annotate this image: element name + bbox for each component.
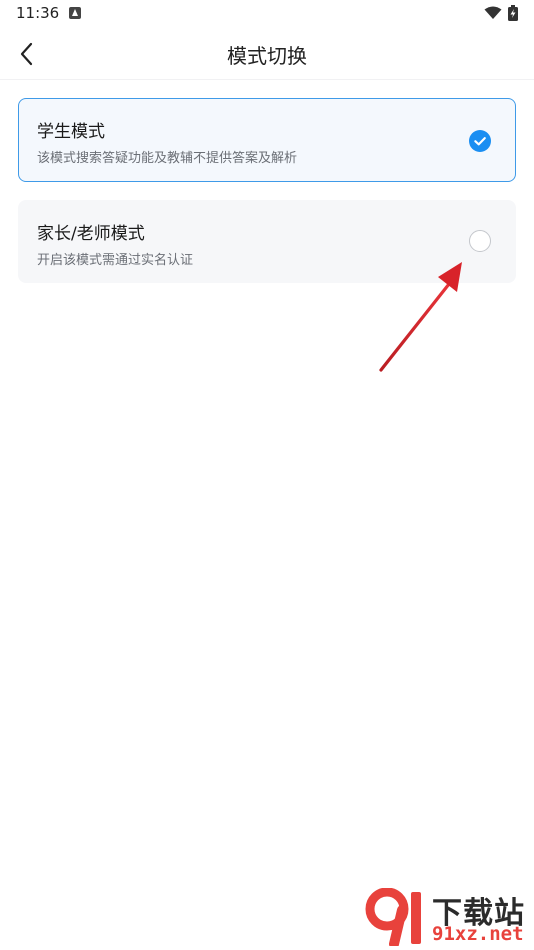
battery-charging-icon bbox=[508, 5, 518, 21]
annotation-arrow-icon bbox=[379, 262, 462, 372]
watermark-domain: 91xz.net bbox=[432, 923, 524, 945]
page-title: 模式切换 bbox=[227, 44, 307, 68]
status-bar: 11:36 bbox=[0, 0, 534, 28]
app-header: 模式切换 bbox=[0, 28, 534, 80]
status-time: 11:36 bbox=[16, 4, 60, 22]
radio-unselected-icon[interactable] bbox=[469, 230, 491, 252]
mode-description: 该模式搜索答疑功能及教辅不提供答案及解析 bbox=[37, 151, 298, 166]
mode-title: 学生模式 bbox=[37, 122, 105, 142]
checkmark-selected-icon[interactable] bbox=[469, 130, 491, 152]
mode-option-student[interactable]: 学生模式 该模式搜索答疑功能及教辅不提供答案及解析 bbox=[18, 98, 516, 182]
app-notification-icon bbox=[69, 7, 81, 19]
mode-description: 开启该模式需通过实名认证 bbox=[37, 253, 194, 268]
mode-title: 家长/老师模式 bbox=[37, 224, 145, 244]
watermark-logo-icon bbox=[365, 888, 421, 946]
wifi-icon bbox=[484, 6, 502, 19]
